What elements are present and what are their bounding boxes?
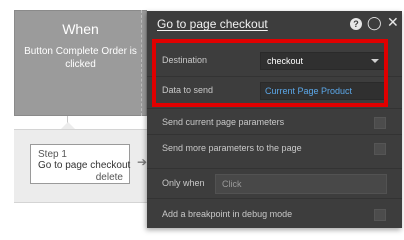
connector-notch xyxy=(61,122,75,129)
property-editor-panel: Go to page checkout ? ◯ ✕ Destination ch… xyxy=(147,11,402,228)
step-name: Go to page checkout xyxy=(38,160,131,171)
only-when-label: Only when xyxy=(162,178,205,188)
send-current-params-label: Send current page parameters xyxy=(162,117,285,127)
breakpoint-checkbox[interactable] xyxy=(374,209,386,221)
only-when-row: Only when Click xyxy=(147,168,402,197)
canvas-divider xyxy=(141,10,142,116)
help-icon[interactable]: ? xyxy=(350,18,362,30)
trigger-title: When xyxy=(62,21,99,37)
breakpoint-label: Add a breakpoint in debug mode xyxy=(162,209,293,219)
send-more-params-label: Send more parameters to the page xyxy=(162,143,302,153)
send-current-params-checkbox[interactable] xyxy=(374,117,386,129)
step-delete-link[interactable]: delete xyxy=(96,172,123,183)
trigger-card[interactable]: When Button Complete Order is clicked xyxy=(14,10,147,116)
arrow-right-icon: ➔ xyxy=(137,155,148,169)
close-icon[interactable]: ✕ xyxy=(387,15,399,29)
trigger-description: Button Complete Order is clicked xyxy=(24,46,137,70)
breakpoint-row: Add a breakpoint in debug mode xyxy=(147,198,402,227)
highlight-box xyxy=(152,39,388,107)
step-number: Step 1 xyxy=(38,149,67,160)
send-more-params-row: Send more parameters to the page xyxy=(147,134,402,163)
panel-title[interactable]: Go to page checkout xyxy=(157,17,268,31)
only-when-input[interactable]: Click xyxy=(215,174,387,194)
send-more-params-checkbox[interactable] xyxy=(374,143,386,155)
step-card[interactable]: Step 1 Go to page checkout delete xyxy=(30,144,130,184)
send-current-params-row: Send current page parameters xyxy=(147,108,402,137)
comment-icon[interactable]: ◯ xyxy=(367,16,382,30)
